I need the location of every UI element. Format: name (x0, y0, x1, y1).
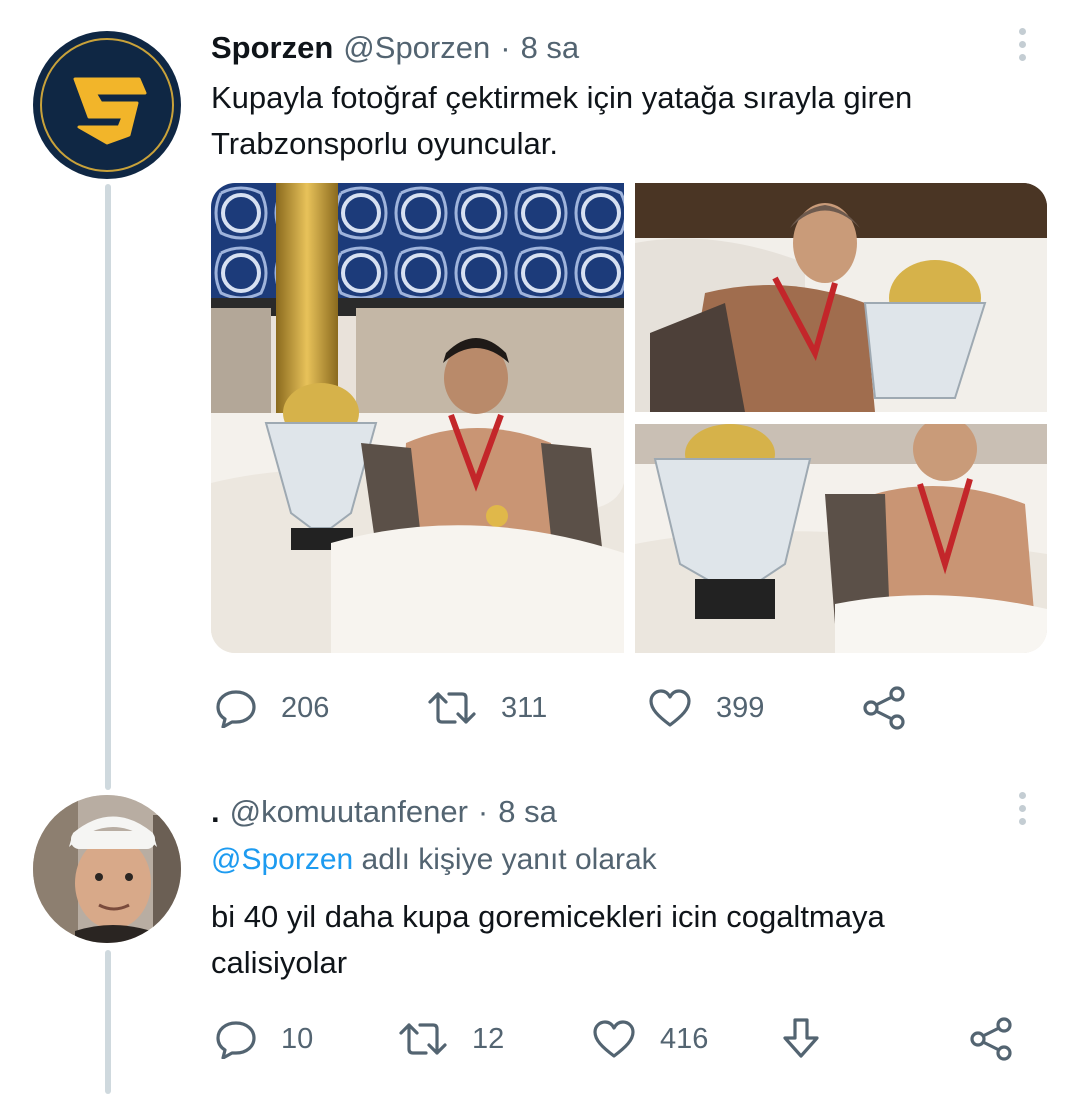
tweet-text: bi 40 yil daha kupa goremicekleri icin c… (211, 894, 885, 986)
retweet-count: 12 (472, 1022, 505, 1055)
like-count: 416 (660, 1022, 709, 1055)
retweet-button[interactable]: 12 (398, 1019, 504, 1059)
retweet-icon (428, 692, 476, 724)
share-button[interactable] (861, 686, 909, 730)
retweet-icon (399, 1023, 447, 1055)
tweet-text-line: Kupayla fotoğraf çektirmek için yatağa s… (211, 80, 913, 115)
reply-count: 206 (281, 691, 330, 724)
reply-button[interactable]: 10 (215, 1019, 313, 1059)
tweet-text: Kupayla fotoğraf çektirmek için yatağa s… (211, 75, 912, 167)
user-photo (33, 795, 181, 943)
tweet-text-line: calisiyolar (211, 945, 348, 980)
media-grid (211, 183, 1047, 653)
avatar[interactable] (33, 795, 181, 943)
more-options-icon[interactable] (1019, 28, 1026, 61)
display-name[interactable]: . (211, 794, 220, 830)
display-name[interactable]: Sporzen (211, 30, 333, 66)
arrow-down-icon (783, 1018, 819, 1058)
tweet-text-line: Trabzonsporlu oyuncular. (211, 126, 558, 161)
reply-count: 10 (281, 1022, 314, 1055)
like-button[interactable]: 416 (592, 1019, 708, 1059)
replying-to-suffix: adlı kişiye yanıt olarak (361, 843, 657, 876)
reply-icon (216, 690, 256, 728)
share-button[interactable] (968, 1017, 1016, 1061)
retweet-button[interactable]: 311 (427, 688, 547, 728)
heart-icon (593, 1020, 635, 1058)
avatar[interactable] (33, 31, 181, 179)
like-button[interactable]: 399 (648, 688, 764, 728)
thread-line-bottom (105, 950, 111, 1094)
timestamp[interactable]: 8 sa (498, 794, 557, 830)
separator-dot: · (500, 30, 511, 65)
heart-icon (649, 689, 691, 727)
photo-player-bed-trophy[interactable] (211, 183, 624, 653)
timestamp[interactable]: 8 sa (521, 30, 580, 66)
photo-player-holding-trophy[interactable] (635, 183, 1047, 412)
tweet-header: . @komuutanfener · 8 sa (211, 794, 557, 830)
mention-link[interactable]: @Sporzen (211, 843, 353, 876)
reply-button[interactable]: 206 (215, 688, 329, 728)
tweet-header: Sporzen @Sporzen · 8 sa (211, 30, 579, 66)
share-icon (863, 686, 905, 730)
like-count: 399 (716, 691, 765, 724)
photo-player-trophy-in-bed[interactable] (635, 424, 1047, 653)
tweet-text-line: bi 40 yil daha kupa goremicekleri icin c… (211, 899, 885, 934)
share-icon (970, 1017, 1012, 1061)
thread-line-top (105, 184, 111, 790)
replying-to: @Sporzen adlı kişiye yanıt olarak (211, 843, 657, 877)
user-handle[interactable]: @Sporzen (343, 30, 490, 66)
more-options-icon[interactable] (1019, 792, 1026, 825)
separator-dot: · (477, 794, 489, 829)
reply-icon (216, 1021, 256, 1059)
user-handle[interactable]: @komuutanfener (230, 794, 468, 830)
downvote-button[interactable] (780, 1016, 822, 1062)
sporzen-logo-icon (40, 38, 174, 172)
retweet-count: 311 (501, 691, 548, 724)
